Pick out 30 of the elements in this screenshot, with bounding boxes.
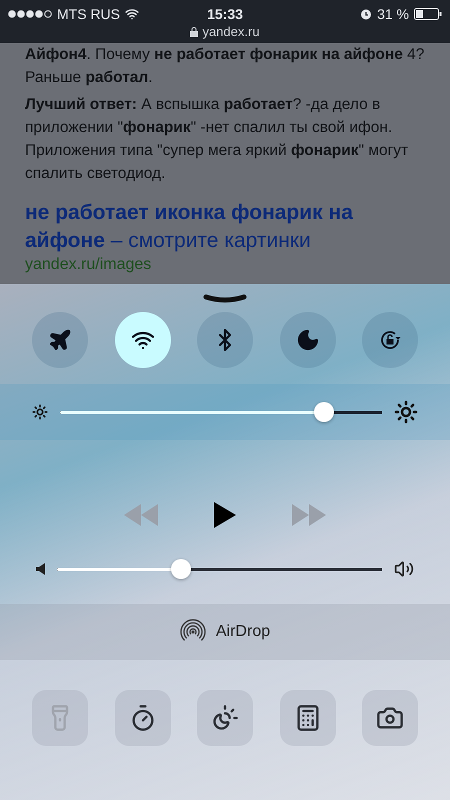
moon-icon <box>296 328 320 352</box>
page-url[interactable]: yandex.ru <box>202 24 260 39</box>
speaker-icon <box>36 563 45 575</box>
result-url: yandex.ru/images <box>25 255 152 275</box>
answer-paragraph: Айфон4. Почему не работает фонарик на айфоне 4? Раньше работал. <box>25 45 425 88</box>
volume-thumb[interactable] <box>170 559 190 579</box>
clock-time: 15:33 <box>207 6 243 22</box>
calculator-button[interactable] <box>280 690 336 746</box>
play-icon <box>214 502 236 528</box>
timer-button[interactable] <box>114 690 170 746</box>
signal-dots-icon <box>8 10 52 18</box>
bright-sun-icon <box>394 400 418 424</box>
battery-percent: 31 % <box>377 6 409 22</box>
battery-icon <box>414 8 442 20</box>
rewind-icon <box>124 504 158 526</box>
fast-forward-icon <box>292 504 326 526</box>
airdrop-button[interactable]: AirDrop <box>0 604 450 660</box>
wifi-icon <box>125 7 139 21</box>
answer-paragraph: Лучший ответ: А вспышка работает? -да дело в приложении "фонарик" -нет спалил ты свой ифон. Приложения типа "супер мега яркий фонарик" могут спалить светодиод. <box>25 95 410 184</box>
alarm-icon <box>360 8 372 20</box>
loud-speaker-icon <box>394 559 414 579</box>
play-button[interactable] <box>214 502 236 528</box>
dim-sun-icon <box>32 404 48 420</box>
sun-moon-icon <box>211 704 239 732</box>
camera-button[interactable] <box>362 690 418 746</box>
airplane-icon <box>48 328 72 352</box>
carrier-name: MTS RUS <box>57 6 120 22</box>
night-shift-button[interactable] <box>197 690 253 746</box>
brightness-thumb[interactable] <box>314 402 334 422</box>
lock-icon <box>190 26 198 36</box>
